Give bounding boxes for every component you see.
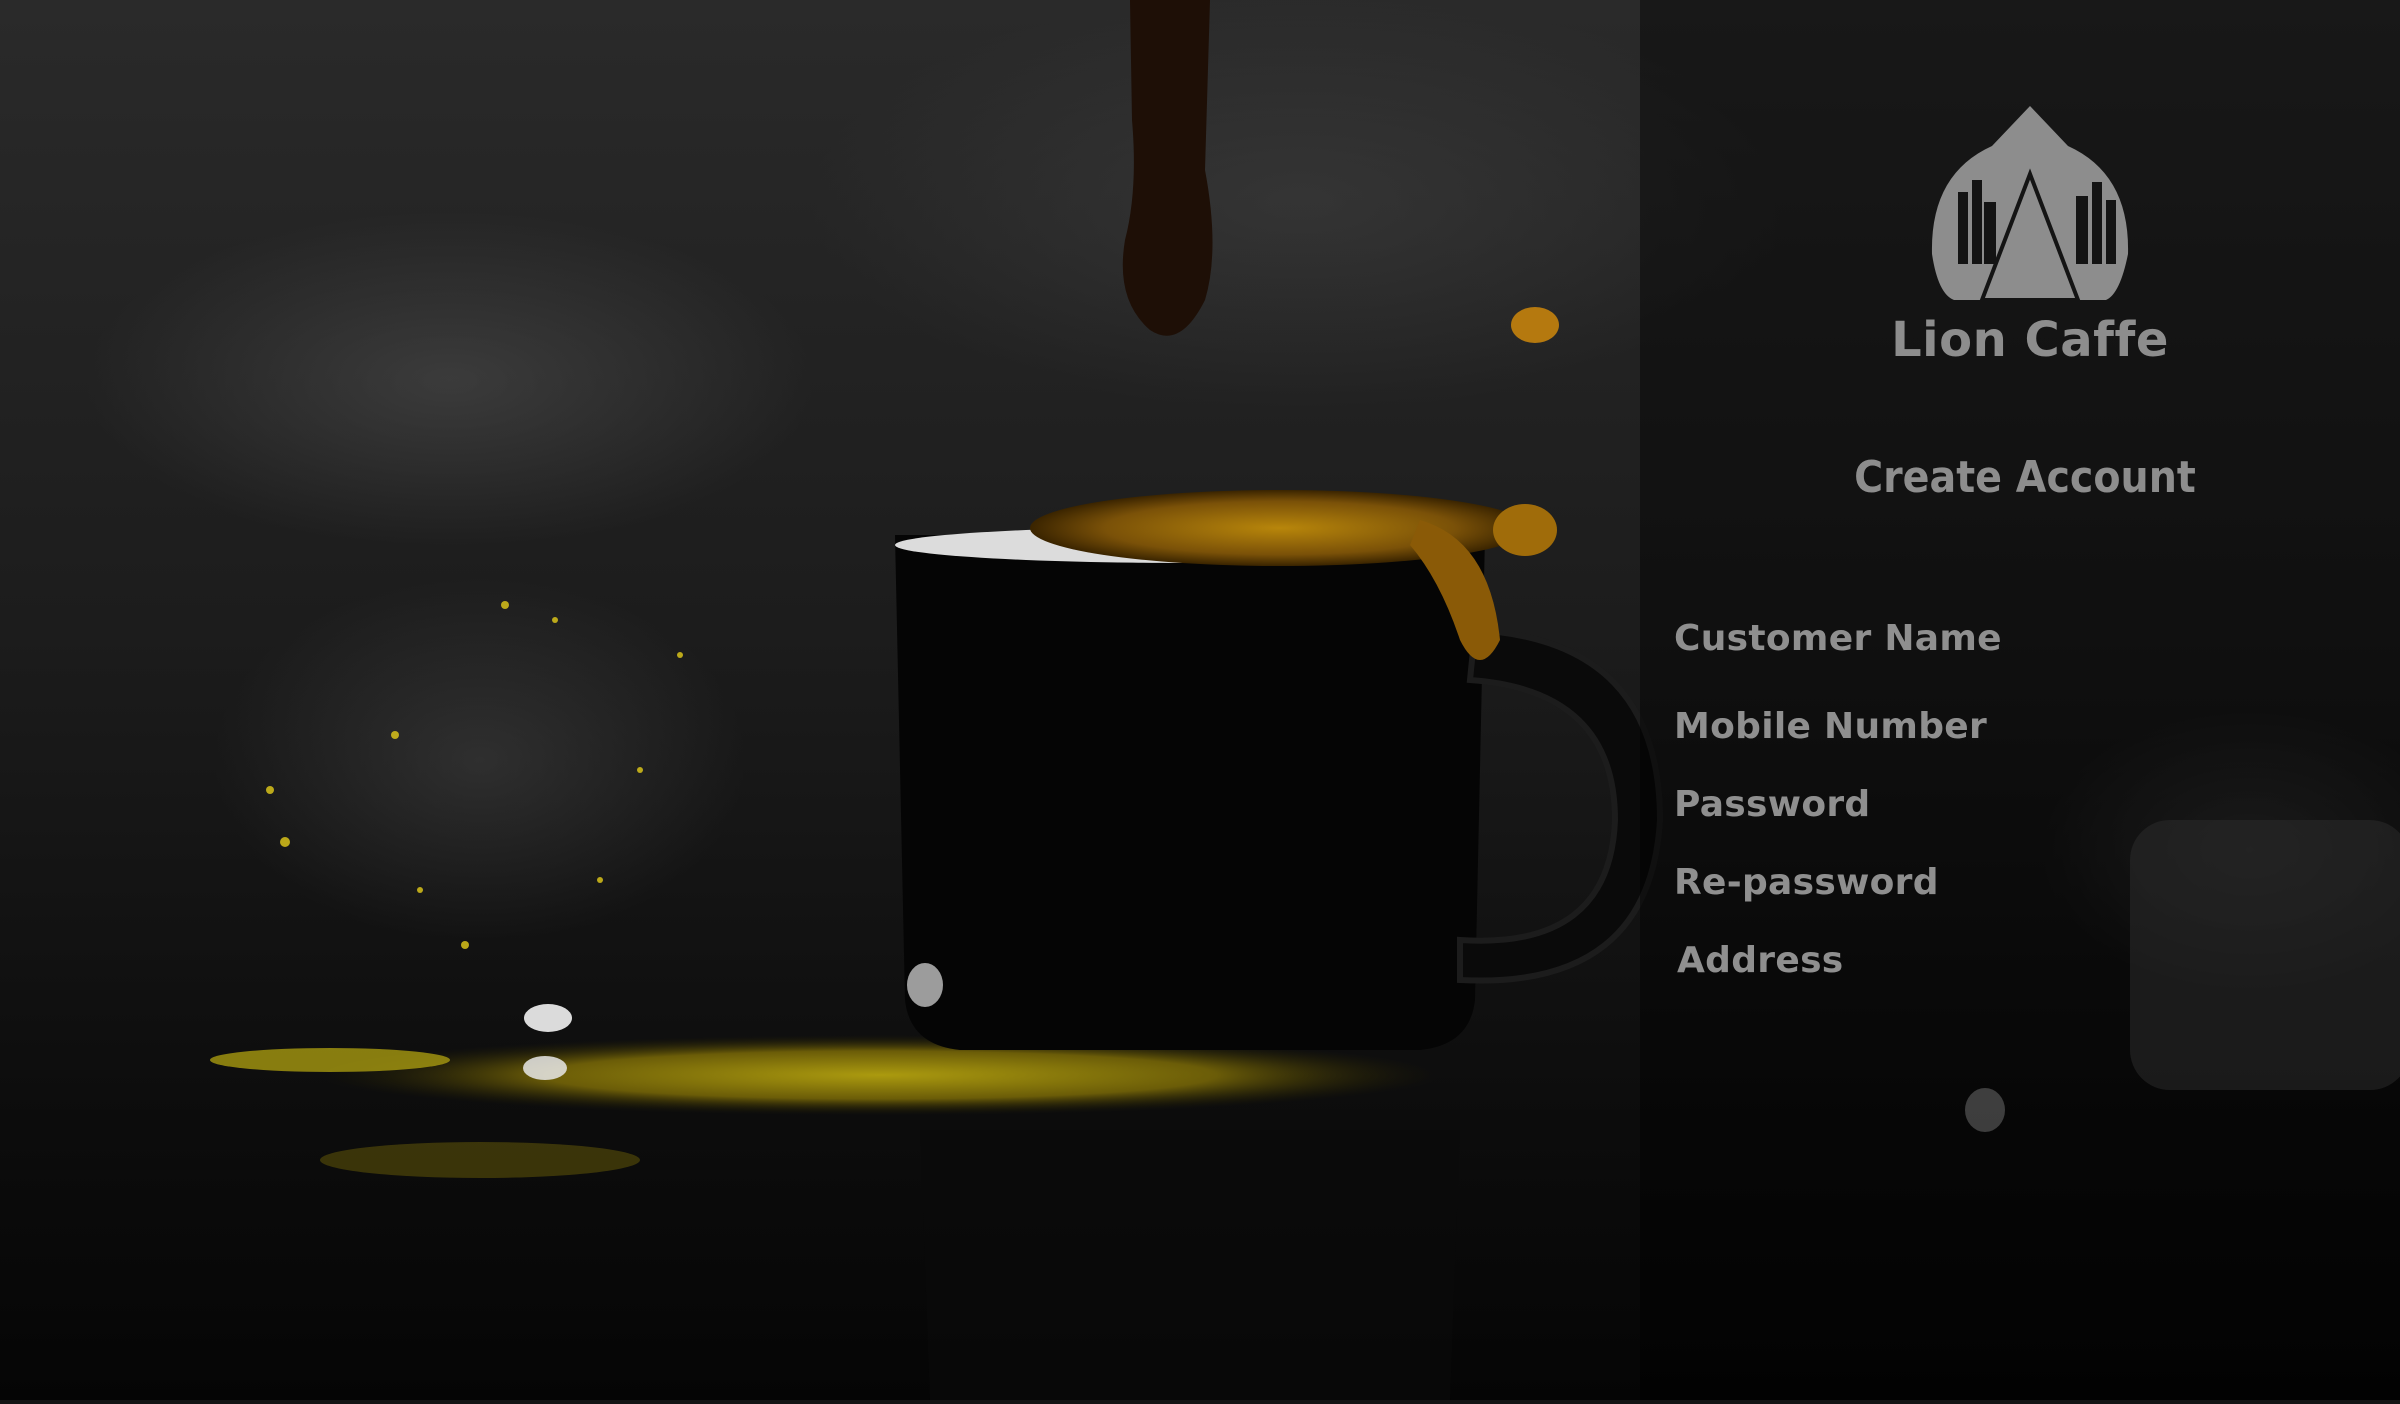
password-label: Password	[1674, 784, 1871, 825]
re-password-label: Re-password	[1674, 862, 1939, 903]
mobile-number-field[interactable]	[1990, 708, 2400, 756]
lion-caffe-logo-icon	[1931, 106, 2129, 302]
brand-name: Lion Caffe	[1891, 312, 2169, 368]
form-title: Create Account	[1854, 452, 2196, 503]
customer-name-label: Customer Name	[1674, 618, 2002, 659]
password-field[interactable]	[1990, 786, 2400, 834]
mobile-number-label: Mobile Number	[1674, 706, 1988, 747]
re-password-field[interactable]	[1990, 864, 2400, 912]
address-label: Address	[1677, 940, 1844, 981]
address-field[interactable]	[1990, 942, 2400, 990]
customer-name-field[interactable]	[1990, 620, 2400, 668]
